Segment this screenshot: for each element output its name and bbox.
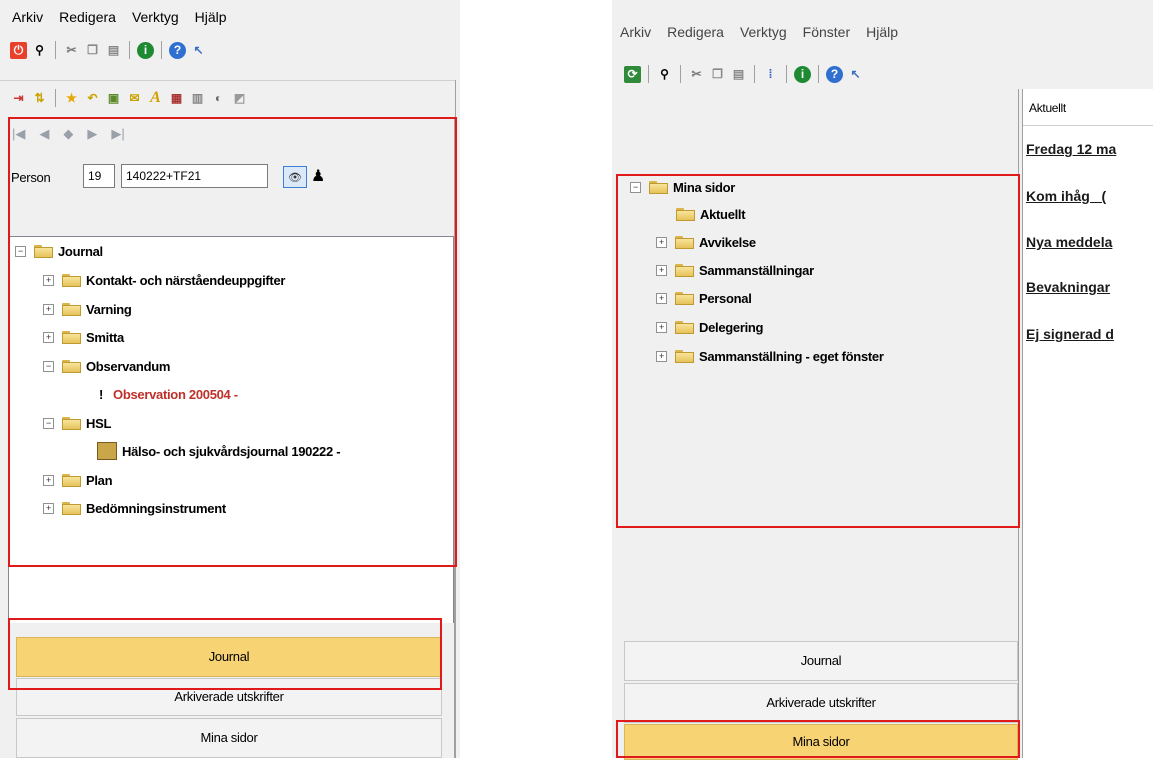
- status-icon[interactable]: ◐: [210, 90, 227, 107]
- toolbar-separator: [786, 65, 787, 83]
- form-icon[interactable]: ▦: [168, 90, 185, 107]
- menu-verktyg[interactable]: Verktyg: [732, 24, 795, 40]
- highlight-box: [8, 117, 457, 567]
- left-toolbar-secondary: ⇥ ⇅ ★ ↶ ▣ ✉ A ▦ ▥ ◐ ◩: [10, 86, 248, 110]
- indent-icon[interactable]: ⇥: [10, 90, 27, 107]
- link-bevakningar[interactable]: Bevakningar: [1026, 279, 1110, 295]
- split-icon[interactable]: ⁞: [762, 66, 779, 83]
- menu-redigera[interactable]: Redigera: [659, 24, 732, 40]
- menu-verktyg[interactable]: Verktyg: [124, 9, 187, 25]
- left-menubar: Arkiv Redigera Verktyg Hjälp: [4, 9, 235, 25]
- nav-arkiverade-button[interactable]: Arkiverade utskrifter: [624, 683, 1018, 723]
- link-fredag[interactable]: Fredag 12 ma: [1026, 141, 1116, 157]
- help-icon[interactable]: ?: [826, 65, 843, 83]
- toolbar-separator: [161, 41, 162, 59]
- highlight-box: [8, 618, 442, 690]
- toolbar-separator: [55, 41, 56, 59]
- toolbar-separator: [680, 65, 681, 83]
- power-icon[interactable]: ⏻: [10, 41, 27, 59]
- info-icon[interactable]: i: [794, 65, 811, 83]
- menu-hjalp[interactable]: Hjälp: [858, 24, 906, 40]
- sort-icon[interactable]: ⇅: [31, 90, 48, 107]
- context-help-icon[interactable]: ↖: [847, 66, 864, 83]
- nav-mina-sidor-button[interactable]: Mina sidor: [16, 718, 442, 758]
- cut-icon[interactable]: ✂: [688, 66, 705, 83]
- menu-arkiv[interactable]: Arkiv: [4, 9, 51, 25]
- screenshot-gap: [460, 0, 616, 758]
- font-icon[interactable]: A: [147, 89, 164, 107]
- help-icon[interactable]: ?: [169, 41, 186, 59]
- binoculars-icon[interactable]: ⚲: [656, 66, 673, 83]
- menu-arkiv[interactable]: Arkiv: [612, 24, 659, 40]
- context-help-icon[interactable]: ↖: [190, 42, 207, 59]
- left-toolbar-main: ⏻ ⚲ ✂ ❐ ▤ i ? ↖: [10, 38, 207, 62]
- right-toolbar-main: ⟳ ⚲ ✂ ❐ ▤ ⁞ i ? ↖: [624, 62, 864, 86]
- highlight-box: [616, 720, 1020, 758]
- nav-journal-button[interactable]: Journal: [624, 641, 1018, 681]
- binoculars-icon[interactable]: ⚲: [31, 42, 48, 59]
- toolbar-separator: [55, 89, 56, 107]
- info-icon[interactable]: i: [137, 41, 154, 59]
- presentation-icon[interactable]: ▣: [105, 90, 122, 107]
- toolbar-separator: [818, 65, 819, 83]
- content-pane: Aktuellt Fredag 12 ma Kom ihåg ( Nya med…: [1022, 89, 1153, 758]
- link-nya-meddelanden[interactable]: Nya meddela: [1026, 234, 1112, 250]
- calendar-icon[interactable]: ▥: [189, 90, 206, 107]
- menu-fonster[interactable]: Fönster: [795, 24, 858, 40]
- copy-icon[interactable]: ❐: [709, 66, 726, 83]
- right-menubar: Arkiv Redigera Verktyg Fönster Hjälp: [612, 24, 906, 40]
- refresh-icon[interactable]: ⟳: [624, 65, 641, 83]
- paste-icon[interactable]: ▤: [105, 42, 122, 59]
- left-window: Arkiv Redigera Verktyg Hjälp ⏻ ⚲ ✂ ❐ ▤ i…: [0, 0, 461, 758]
- mail-icon[interactable]: ✉: [126, 90, 143, 107]
- cut-icon[interactable]: ✂: [63, 42, 80, 59]
- toolbar-separator: [648, 65, 649, 83]
- link-kom-ihag[interactable]: Kom ihåg (: [1026, 188, 1106, 204]
- right-window: Arkiv Redigera Verktyg Fönster Hjälp ⟳ ⚲…: [612, 0, 1153, 760]
- menu-redigera[interactable]: Redigera: [51, 9, 124, 25]
- content-header: Aktuellt: [1023, 89, 1153, 126]
- chart-icon[interactable]: ◩: [231, 90, 248, 107]
- toolbar-separator: [754, 65, 755, 83]
- toolbar-separator: [129, 41, 130, 59]
- link-ej-signerad[interactable]: Ej signerad d: [1026, 326, 1114, 342]
- menu-hjalp[interactable]: Hjälp: [187, 9, 235, 25]
- highlight-box: [616, 174, 1020, 528]
- star-icon[interactable]: ★: [63, 90, 80, 107]
- copy-icon[interactable]: ❐: [84, 42, 101, 59]
- undo-icon[interactable]: ↶: [84, 90, 101, 107]
- paste-icon[interactable]: ▤: [730, 66, 747, 83]
- content-header-title: Aktuellt: [1029, 101, 1066, 115]
- toolbar-divider: [0, 80, 460, 81]
